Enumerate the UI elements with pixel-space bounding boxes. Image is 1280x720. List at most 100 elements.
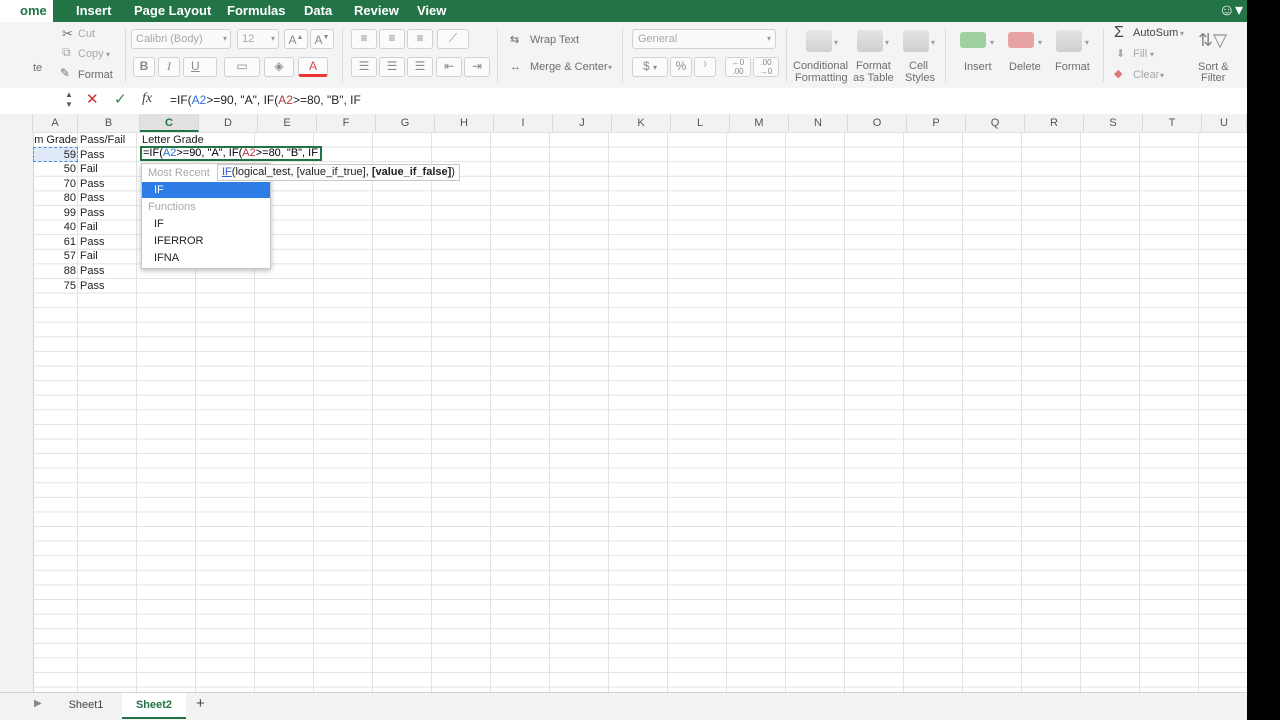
column-header-e[interactable]: E (258, 114, 317, 132)
confirm-icon[interactable]: ✓ (114, 90, 127, 110)
column-header-k[interactable]: K (612, 114, 671, 132)
function-arguments-tooltip: IF(logical_test, [value_if_true], [value… (217, 164, 460, 181)
cell-a11[interactable]: 75 (33, 279, 76, 293)
formula-input[interactable]: =IF(A2>=90, "A", IF(A2>=80, "B", IF (170, 93, 361, 107)
column-header-p[interactable]: P (907, 114, 966, 132)
active-cell-c2-editor[interactable]: =IF(A2>=90, "A", IF(A2>=80, "B", IF (140, 146, 322, 161)
increase-font-button[interactable]: A▲ (284, 29, 308, 49)
column-header-s[interactable]: S (1084, 114, 1143, 132)
align-top-button[interactable]: ≡ (351, 29, 377, 49)
column-header-c[interactable]: C (140, 114, 199, 132)
column-header-l[interactable]: L (671, 114, 730, 132)
select-all-corner[interactable] (0, 114, 33, 132)
cell-b10[interactable]: Pass (80, 264, 104, 278)
column-header-n[interactable]: N (789, 114, 848, 132)
cell-b6[interactable]: Pass (80, 206, 104, 220)
italic-button[interactable]: I (158, 57, 180, 77)
cell-a4[interactable]: 70 (33, 177, 76, 191)
column-header-i[interactable]: I (494, 114, 553, 132)
autocomplete-item-recent-if[interactable]: IF (142, 182, 270, 198)
feedback-smiley-icon[interactable]: ☺▾ (1219, 1, 1243, 21)
paste-label[interactable]: te (33, 62, 42, 75)
tab-insert[interactable]: Insert (76, 0, 111, 22)
column-header-h[interactable]: H (435, 114, 494, 132)
decrease-decimal-icon: .00 →0 (759, 58, 773, 76)
column-header-d[interactable]: D (199, 114, 258, 132)
column-header-f[interactable]: F (317, 114, 376, 132)
tab-view[interactable]: View (417, 0, 446, 22)
align-center-icon: ☰ (386, 59, 398, 73)
align-left-button[interactable]: ☰ (351, 57, 377, 77)
cell-a9[interactable]: 57 (33, 249, 76, 263)
cell-a8[interactable]: 61 (33, 235, 76, 249)
cell-b3[interactable]: Fail (80, 162, 98, 176)
borders-button[interactable]: ▭ (224, 57, 260, 77)
font-color-button[interactable]: A (298, 57, 328, 77)
cell-b2[interactable]: Pass (80, 148, 104, 162)
align-center-button[interactable]: ☰ (379, 57, 405, 77)
orientation-button[interactable]: ⟋ (437, 29, 469, 49)
cell-b11[interactable]: Pass (80, 279, 104, 293)
header-exam-grade[interactable]: m Grade (33, 133, 77, 147)
tab-home[interactable]: ome (0, 0, 53, 22)
column-header-b[interactable]: B (78, 114, 140, 132)
fill-color-button[interactable]: ◈ (264, 57, 294, 77)
bold-button[interactable]: B (133, 57, 155, 77)
decrease-font-button[interactable]: A▼ (310, 29, 334, 49)
column-header-u[interactable]: U (1202, 114, 1247, 132)
autocomplete-item-ifna[interactable]: IFNA (142, 250, 270, 266)
decrease-indent-button[interactable]: ⇤ (436, 57, 462, 77)
scroll-tabs-right-icon[interactable]: ▶ (34, 698, 42, 709)
tooltip-function-link[interactable]: IF (222, 166, 232, 178)
align-top-icon: ≡ (360, 31, 368, 45)
cell-b9[interactable]: Fail (80, 249, 98, 263)
align-right-button[interactable]: ☰ (407, 57, 433, 77)
cancel-icon[interactable]: ✕ (86, 90, 99, 110)
header-pass-fail[interactable]: Pass/Fail (80, 133, 125, 147)
header-letter-grade[interactable]: Letter Grade (142, 133, 204, 147)
tab-formulas[interactable]: Formulas (227, 0, 286, 22)
increase-decimal-button[interactable]: ←0.00 (725, 57, 751, 77)
cell-b8[interactable]: Pass (80, 235, 104, 249)
column-header-q[interactable]: Q (966, 114, 1025, 132)
cell-a3[interactable]: 50 (33, 162, 76, 176)
sheet-tab-sheet2[interactable]: Sheet2 (122, 693, 186, 719)
column-header-t[interactable]: T (1143, 114, 1202, 132)
sheet-tab-sheet1[interactable]: Sheet1 (58, 693, 114, 717)
cell-b5[interactable]: Pass (80, 191, 104, 205)
column-header-m[interactable]: M (730, 114, 789, 132)
chevron-down-icon: ▾ (270, 34, 275, 43)
comma-button[interactable]: ⁾ (694, 57, 716, 77)
column-header-g[interactable]: G (376, 114, 435, 132)
currency-button[interactable]: $ ▾ (632, 57, 668, 77)
decrease-decimal-button[interactable]: .00 →0 (753, 57, 779, 77)
font-name-select[interactable]: Calibri (Body) ▾ (131, 29, 231, 49)
number-format-select[interactable]: General ▾ (632, 29, 776, 49)
column-header-o[interactable]: O (848, 114, 907, 132)
cell-b4[interactable]: Pass (80, 177, 104, 191)
add-sheet-button[interactable]: + (196, 695, 205, 712)
copy-icon: ⧉ (62, 45, 71, 59)
cell-a10[interactable]: 88 (33, 264, 76, 278)
name-box-stepper-icon[interactable]: ▲ ▼ (65, 90, 73, 110)
column-header-r[interactable]: R (1025, 114, 1084, 132)
fx-icon[interactable]: fx (142, 91, 152, 107)
autocomplete-item-if[interactable]: IF (142, 216, 270, 232)
column-header-a[interactable]: A (33, 114, 78, 132)
autocomplete-item-iferror[interactable]: IFERROR (142, 233, 270, 249)
tab-data[interactable]: Data (304, 0, 332, 22)
cell-a5[interactable]: 80 (33, 191, 76, 205)
cell-b7[interactable]: Fail (80, 220, 98, 234)
align-middle-button[interactable]: ≡ (379, 29, 405, 49)
cell-a2[interactable]: 59 (33, 148, 76, 162)
cell-a7[interactable]: 40 (33, 220, 76, 234)
cell-a6[interactable]: 99 (33, 206, 76, 220)
column-header-j[interactable]: J (553, 114, 612, 132)
tab-review[interactable]: Review (354, 0, 399, 22)
percent-button[interactable]: % (670, 57, 692, 77)
increase-indent-button[interactable]: ⇥ (464, 57, 490, 77)
tab-page-layout[interactable]: Page Layout (134, 0, 211, 22)
underline-button[interactable]: U (183, 57, 217, 77)
align-bottom-button[interactable]: ≡ (407, 29, 433, 49)
font-size-select[interactable]: 12 ▾ (237, 29, 279, 49)
